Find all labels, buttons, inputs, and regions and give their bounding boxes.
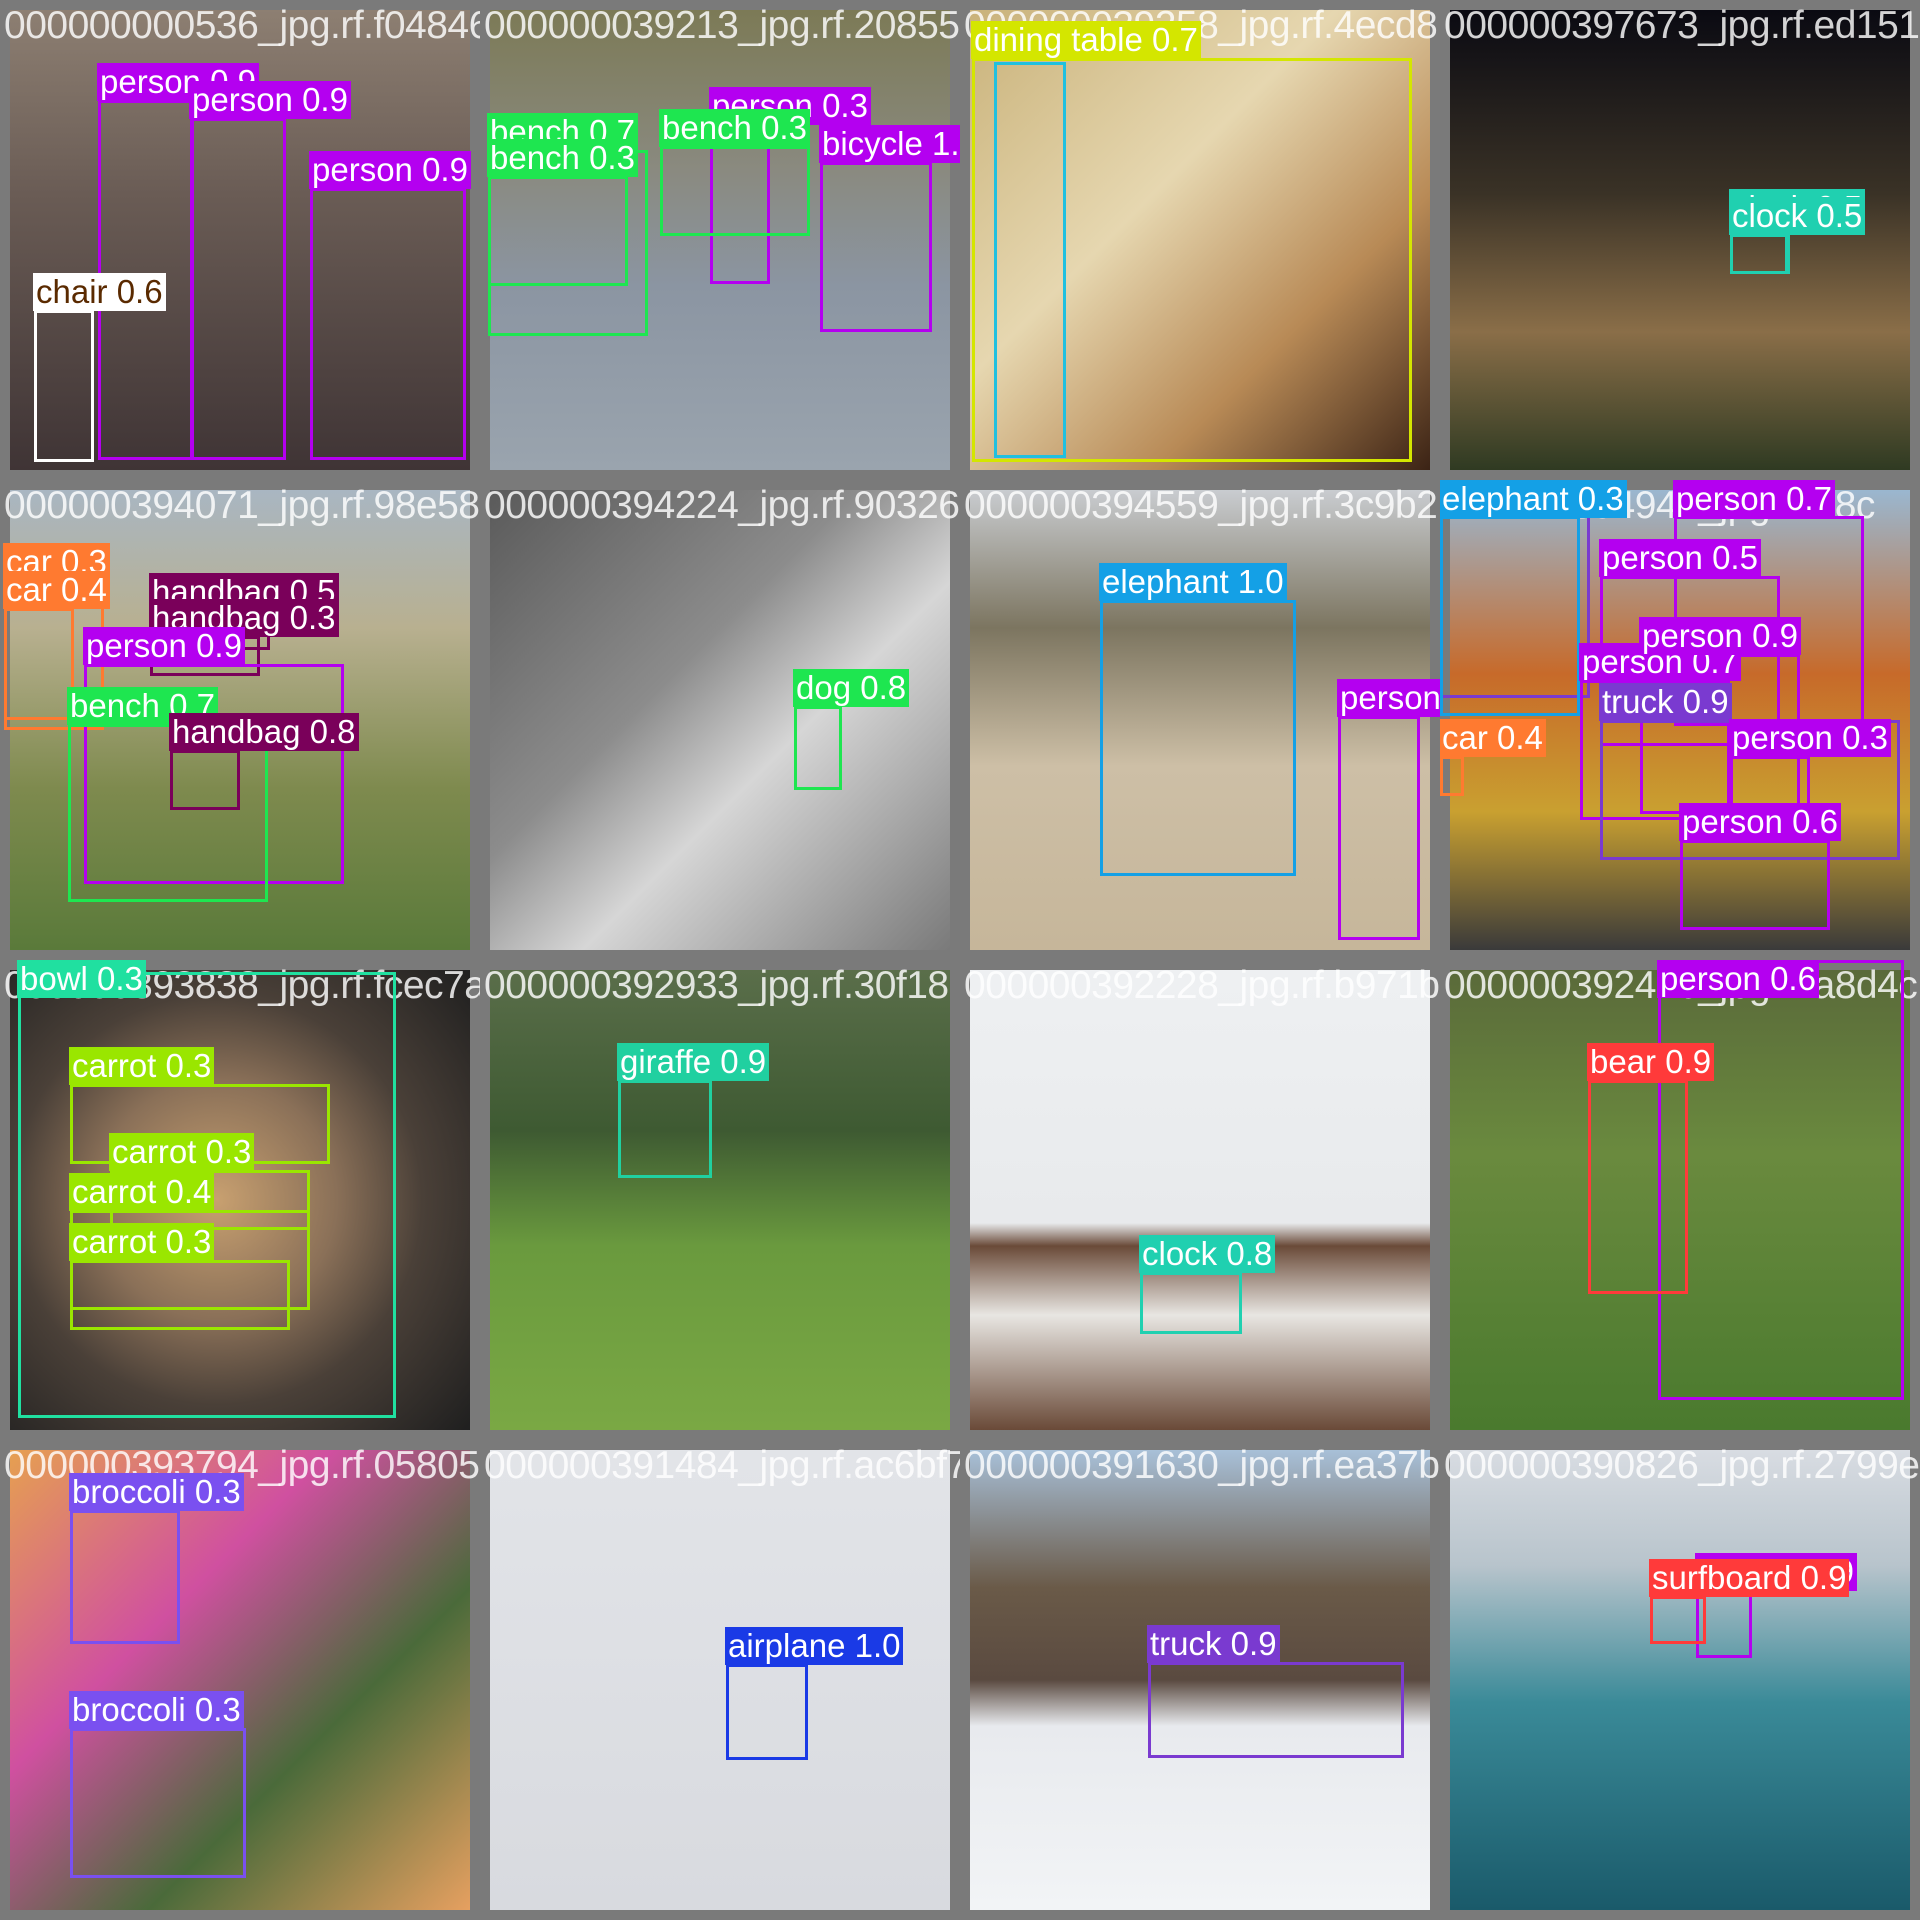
detection-box bbox=[1680, 840, 1830, 930]
mosaic-tile: 000000394559_jpg.rf.3c9b2 elephant 1.0 per… bbox=[960, 480, 1440, 960]
mosaic-tile: 000000392476_jpg.rf.a8d4cperson 0.6bear … bbox=[1440, 960, 1920, 1440]
detection-label: airplane 1.0 bbox=[725, 1627, 904, 1665]
detection-label: person 0.6 bbox=[1657, 960, 1819, 998]
detection-label: car 0.4 bbox=[3, 571, 110, 609]
detection-box bbox=[70, 1728, 246, 1878]
tile-filename: 000000391484_jpg.rf.ac6bf79 bbox=[484, 1444, 960, 1487]
detection-box bbox=[1440, 516, 1580, 716]
detection-box bbox=[820, 162, 932, 332]
detection-label: person 0.6 bbox=[1679, 803, 1841, 841]
tile-photo bbox=[490, 490, 950, 950]
detection-label: person 0.7 bbox=[1673, 480, 1835, 518]
detection-label: carrot 0.3 bbox=[69, 1047, 215, 1085]
detection-box bbox=[34, 310, 94, 462]
tile-filename: 000000394224_jpg.rf.90326 bbox=[484, 484, 960, 527]
detection-box bbox=[794, 706, 842, 790]
tile-photo bbox=[1450, 10, 1910, 470]
tile-filename: 000000394559_jpg.rf.3c9b2 bbox=[964, 484, 1438, 527]
detection-box bbox=[190, 118, 286, 460]
detection-box bbox=[726, 1664, 808, 1760]
detection-box bbox=[1440, 756, 1464, 796]
detection-box bbox=[660, 146, 810, 236]
detection-label: chair 0.6 bbox=[33, 273, 166, 311]
mosaic-tile: 000000393838_jpg.rf.fcec7a bowl 0.3 carrot… bbox=[0, 960, 480, 1440]
tile-filename: 000000392933_jpg.rf.30f18 bbox=[484, 964, 949, 1007]
mosaic-tile: 000000394940_jpg.rf.98ctruck 0.3elephant… bbox=[1440, 480, 1920, 960]
detection-label: bear 0.9 bbox=[1587, 1043, 1715, 1081]
mosaic-tile: 000000391484_jpg.rf.ac6bf79 airplane 1.0 bbox=[480, 1440, 960, 1920]
detection-label: broccoli 0.3 bbox=[69, 1473, 244, 1511]
mosaic-tile: 000000039258_jpg.rf.4ecd8dining table 0.… bbox=[960, 0, 1440, 480]
detection-label: car 0.4 bbox=[1440, 719, 1546, 757]
tile-filename: 000000000536_jpg.rf.f04846 bbox=[4, 4, 480, 47]
detection-label: carrot 0.3 bbox=[69, 1223, 215, 1261]
detection-label: giraffe 0.9 bbox=[617, 1043, 770, 1081]
detection-label: carrot 0.3 bbox=[109, 1133, 255, 1171]
detection-box bbox=[310, 188, 466, 460]
detection-box bbox=[70, 1510, 180, 1644]
detection-label: elephant 1.0 bbox=[1099, 563, 1287, 601]
detection-box bbox=[1658, 960, 1904, 1400]
detection-label: person 0.3 bbox=[1337, 679, 1440, 717]
detection-label: elephant 0.3 bbox=[1440, 480, 1627, 518]
detection-box bbox=[1148, 1662, 1404, 1758]
mosaic-tile: 000000039213_jpg.rf.20855 person 0.3 bench… bbox=[480, 0, 960, 480]
detection-label: surfboard 0.9 bbox=[1649, 1559, 1850, 1597]
detection-box bbox=[170, 750, 240, 810]
tile-filename: 000000397673_jpg.rf.ed151 bbox=[1444, 4, 1920, 47]
detection-label: clock 0.5 bbox=[1729, 197, 1866, 235]
tile-filename: 000000390826_jpg.rf.2799e bbox=[1444, 1444, 1920, 1487]
detection-box bbox=[70, 1260, 290, 1330]
mosaic-tile: 000000394071_jpg.rf.98e58 car 0.3 car 0.4 h… bbox=[0, 480, 480, 960]
detection-label: person 0.9 bbox=[309, 151, 471, 189]
detection-box bbox=[4, 608, 74, 720]
detection-label: person 0.9 bbox=[1639, 617, 1801, 655]
detection-label: bench 0.3 bbox=[487, 139, 638, 177]
detection-box bbox=[1730, 234, 1790, 274]
mosaic-tile: 000000394224_jpg.rf.90326dog 0.8 bbox=[480, 480, 960, 960]
detection-box bbox=[1338, 716, 1420, 940]
detection-label: person 0.9 bbox=[83, 627, 245, 665]
detection-box bbox=[994, 62, 1066, 458]
detection-label: carrot 0.4 bbox=[69, 1173, 215, 1211]
tile-photo bbox=[490, 1450, 950, 1910]
mosaic-tile: 000000397673_jpg.rf.ed151clock 0.5clock … bbox=[1440, 0, 1920, 480]
mosaic-tile: 000000390826_jpg.rf.2799eperson 0.9surfb… bbox=[1440, 1440, 1920, 1920]
mosaic-tile: 000000392933_jpg.rf.30f18giraffe 0.9 bbox=[480, 960, 960, 1440]
detection-label: person 0.9 bbox=[189, 81, 351, 119]
detection-label: bench 0.3 bbox=[659, 109, 810, 147]
detection-label: clock 0.8 bbox=[1139, 1235, 1276, 1273]
tile-photo bbox=[490, 970, 950, 1430]
mosaic-tile: 000000393794_jpg.rf.0580542 broccoli 0.3 b… bbox=[0, 1440, 480, 1920]
tile-photo bbox=[1450, 1450, 1910, 1910]
detection-box bbox=[488, 176, 628, 286]
detection-label: person 0.3 bbox=[1729, 719, 1891, 757]
mosaic-tile: 000000000536_jpg.rf.f04846person 0.9 pers… bbox=[0, 0, 480, 480]
mosaic-grid: 000000000536_jpg.rf.f04846person 0.9 pers… bbox=[0, 0, 1920, 1920]
tile-filename: 000000391630_jpg.rf.ea37be bbox=[964, 1444, 1440, 1487]
detection-box bbox=[1650, 1596, 1706, 1644]
detection-label: handbag 0.8 bbox=[169, 713, 359, 751]
detection-box bbox=[1588, 1080, 1688, 1294]
detection-label: person 0.5 bbox=[1599, 539, 1761, 577]
detection-label: dining table 0.7 bbox=[971, 21, 1201, 59]
mosaic-tile: 000000392228_jpg.rf.b971bclock 0.8 bbox=[960, 960, 1440, 1440]
tile-filename: 000000394071_jpg.rf.98e58 bbox=[4, 484, 480, 527]
detection-label: bowl 0.3 bbox=[17, 960, 146, 998]
detection-box bbox=[1100, 600, 1296, 876]
tile-filename: 000000392228_jpg.rf.b971b bbox=[964, 964, 1440, 1007]
detection-label: truck 0.9 bbox=[1599, 683, 1732, 721]
mosaic-tile: 000000391630_jpg.rf.ea37betruck 0.9 bbox=[960, 1440, 1440, 1920]
detection-box bbox=[1140, 1272, 1242, 1334]
tile-photo bbox=[970, 970, 1430, 1430]
detection-label: bicycle 1.0 bbox=[819, 125, 960, 163]
detection-box bbox=[618, 1080, 712, 1178]
detection-label: broccoli 0.3 bbox=[69, 1691, 244, 1729]
detection-label: dog 0.8 bbox=[793, 669, 910, 707]
tile-filename: 000000039213_jpg.rf.20855 bbox=[484, 4, 960, 47]
detection-label: truck 0.9 bbox=[1147, 1625, 1280, 1663]
